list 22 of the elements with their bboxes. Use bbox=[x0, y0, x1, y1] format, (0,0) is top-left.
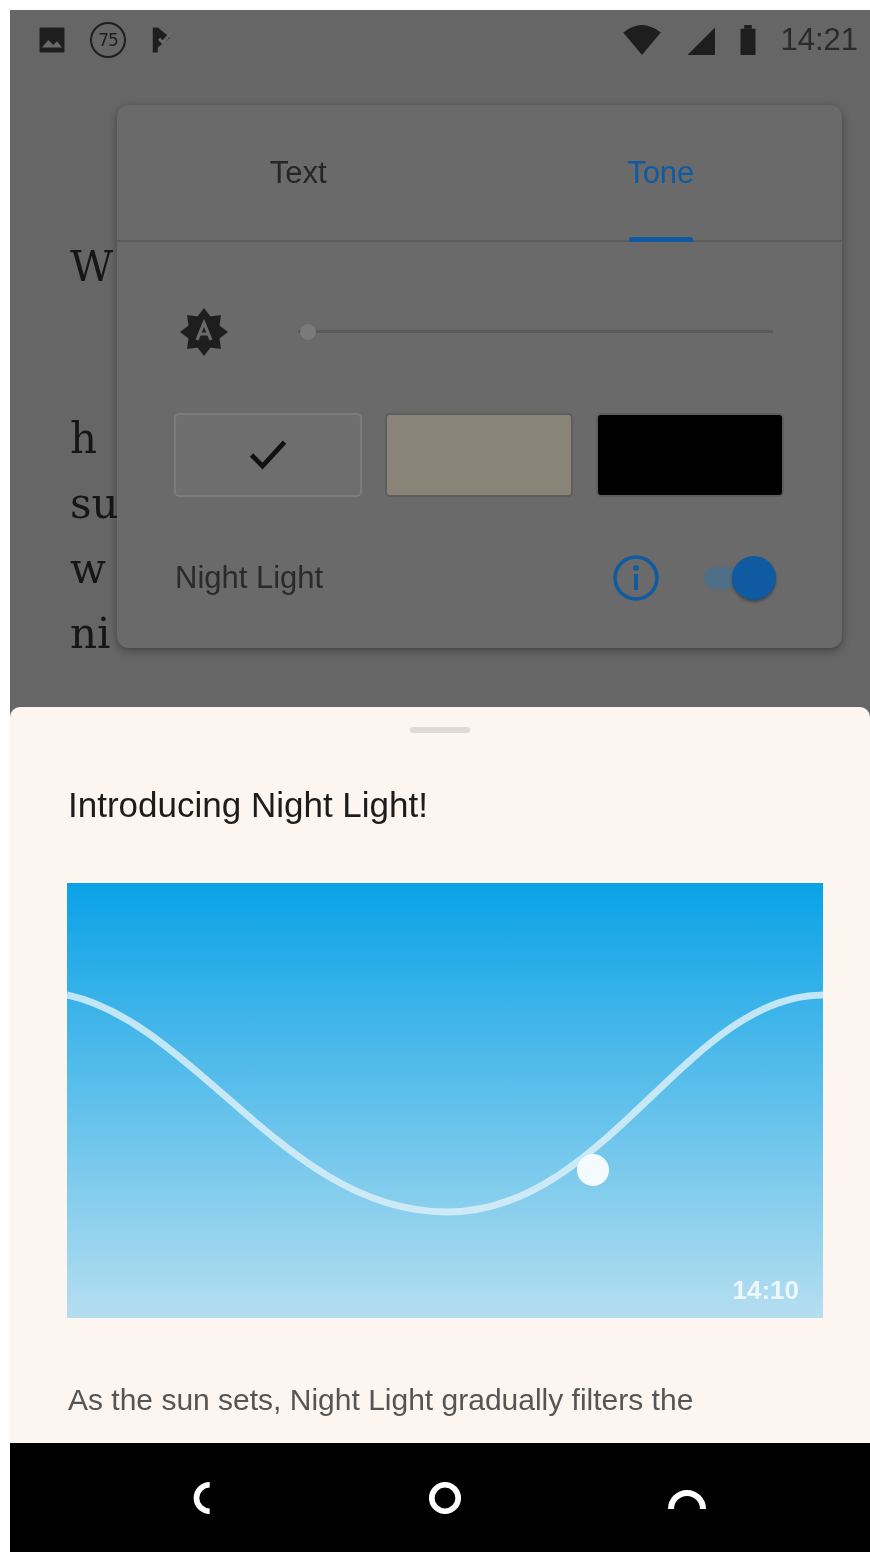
home-icon[interactable] bbox=[427, 1481, 463, 1515]
tab[interactable]: Text bbox=[117, 105, 480, 240]
auto-brightness-icon bbox=[180, 308, 228, 356]
book-text: su bbox=[70, 478, 119, 530]
book-text: W bbox=[70, 241, 114, 293]
sheet-title: Introducing Night Light! bbox=[68, 784, 429, 826]
battery-icon bbox=[738, 25, 759, 55]
sheet-body-text: As the sun sets, Night Light gradually filters the bbox=[68, 1382, 695, 1418]
book-text: ni bbox=[70, 608, 111, 660]
slider-thumb[interactable] bbox=[299, 324, 316, 340]
night-light-label: Night Light bbox=[175, 560, 325, 596]
info-icon[interactable] bbox=[612, 554, 660, 602]
theme-swatch[interactable] bbox=[596, 413, 784, 497]
theme-swatch[interactable] bbox=[385, 413, 573, 497]
book-text: w bbox=[70, 543, 106, 595]
theme-swatch[interactable] bbox=[174, 413, 362, 497]
drag-handle[interactable] bbox=[410, 727, 470, 733]
wifi-icon bbox=[622, 25, 663, 55]
notification-badge: 75 bbox=[90, 22, 126, 58]
illustration-time: 14:10 bbox=[732, 1275, 799, 1306]
clock-time: 14:21 bbox=[780, 22, 858, 58]
book-text: h bbox=[70, 413, 98, 465]
